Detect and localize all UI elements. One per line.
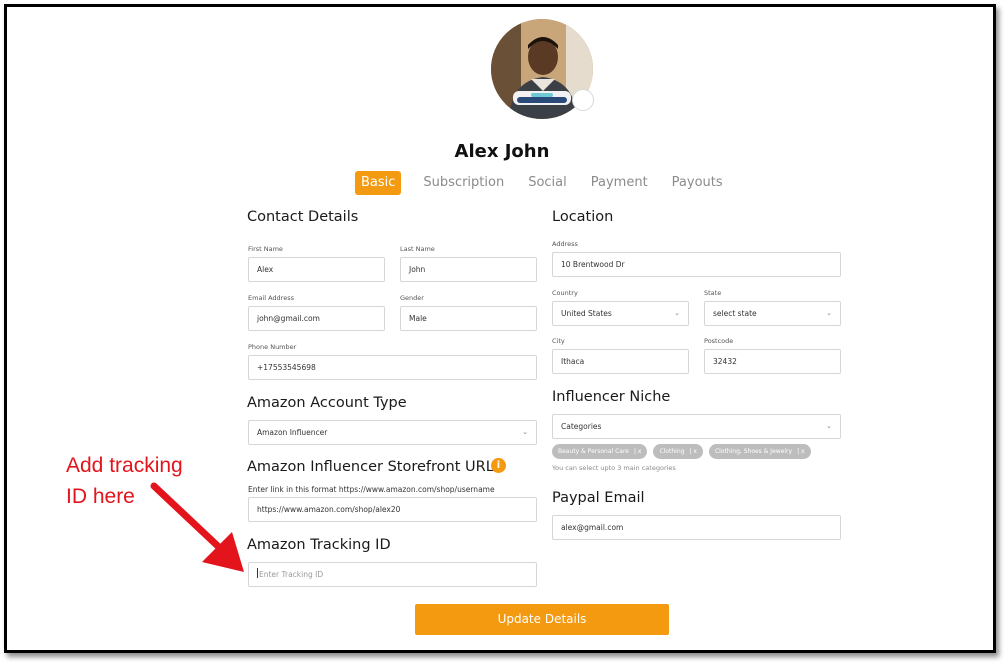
- storefront-url-title: Amazon Influencer Storefront URL: [247, 459, 494, 475]
- text-cursor: [257, 568, 258, 578]
- tracking-id-title: Amazon Tracking ID: [247, 537, 391, 553]
- country-select[interactable]: United States ⌄: [552, 301, 689, 326]
- last-name-input[interactable]: John: [400, 257, 537, 282]
- chip-remove-icon[interactable]: | x: [634, 448, 641, 455]
- paypal-email-title: Paypal Email: [552, 490, 645, 506]
- storefront-url-hint: Enter link in this format https://www.am…: [248, 485, 495, 494]
- paypal-email-input[interactable]: alex@gmail.com: [552, 515, 841, 540]
- first-name-label: First Name: [248, 245, 283, 253]
- niche-chip[interactable]: Clothing | x: [653, 444, 703, 459]
- city-input[interactable]: Ithaca: [552, 349, 689, 374]
- chevron-down-icon: ⌄: [674, 309, 680, 317]
- amazon-account-type-title: Amazon Account Type: [247, 395, 407, 411]
- niche-chip[interactable]: Clothing, Shoes & Jewelry | x: [708, 444, 811, 459]
- niche-chip[interactable]: Beauty & Personal Care | x: [552, 444, 648, 459]
- chip-label: Beauty & Personal Care: [558, 448, 629, 455]
- chevron-down-icon: ⌄: [826, 422, 832, 430]
- chip-remove-icon[interactable]: | x: [689, 448, 696, 455]
- niche-hint: You can select upto 3 main categories: [552, 464, 676, 472]
- first-name-input[interactable]: Alex: [248, 257, 385, 282]
- annotation-line-1: Add tracking: [66, 454, 183, 477]
- chip-label: Clothing, Shoes & Jewelry: [714, 448, 793, 455]
- city-label: City: [552, 337, 565, 345]
- tab-basic[interactable]: Basic: [355, 171, 402, 195]
- tracking-id-input[interactable]: Enter Tracking ID: [248, 562, 537, 587]
- last-name-label: Last Name: [400, 245, 435, 253]
- postcode-label: Postcode: [704, 337, 734, 345]
- phone-label: Phone Number: [248, 343, 297, 351]
- red-arrow-icon: [150, 482, 244, 572]
- amazon-account-type-value: Amazon Influencer: [257, 428, 328, 437]
- address-input[interactable]: 10 Brentwood Dr: [552, 252, 841, 277]
- state-value: select state: [713, 309, 757, 318]
- gender-input[interactable]: Male: [400, 306, 537, 331]
- address-label: Address: [552, 240, 578, 248]
- info-icon[interactable]: i: [491, 458, 506, 473]
- tab-social[interactable]: Social: [528, 171, 567, 195]
- amazon-account-type-select[interactable]: Amazon Influencer ⌄: [248, 420, 537, 445]
- tab-payouts[interactable]: Payouts: [672, 171, 723, 195]
- chevron-down-icon: ⌄: [522, 428, 528, 436]
- update-details-button[interactable]: Update Details: [415, 604, 669, 635]
- state-select[interactable]: select state ⌄: [704, 301, 841, 326]
- tab-subscription[interactable]: Subscription: [423, 171, 504, 195]
- influencer-niche-title: Influencer Niche: [552, 389, 671, 405]
- contact-details-title: Contact Details: [247, 209, 359, 225]
- gender-label: Gender: [400, 294, 424, 302]
- country-label: Country: [552, 289, 578, 297]
- profile-tabs: Basic Subscription Social Payment Payout…: [355, 171, 747, 195]
- niche-chips: Beauty & Personal Care | x Clothing | x Cl…: [552, 444, 817, 459]
- avatar-edit-button[interactable]: [572, 89, 594, 111]
- niche-categories-select[interactable]: Categories ⌄: [552, 414, 841, 439]
- chip-remove-icon[interactable]: | x: [797, 448, 804, 455]
- chip-label: Clothing: [659, 448, 685, 455]
- profile-name: Alex John: [454, 141, 550, 162]
- country-value: United States: [561, 309, 612, 318]
- tracking-id-placeholder: Enter Tracking ID: [259, 570, 324, 579]
- email-input[interactable]: john@gmail.com: [248, 306, 385, 331]
- chevron-down-icon: ⌄: [826, 309, 832, 317]
- location-title: Location: [552, 209, 614, 225]
- storefront-url-input[interactable]: https://www.amazon.com/shop/alex20: [248, 497, 537, 522]
- postcode-input[interactable]: 32432: [704, 349, 841, 374]
- phone-input[interactable]: +17553545698: [248, 355, 537, 380]
- niche-categories-value: Categories: [561, 422, 602, 431]
- email-label: Email Address: [248, 294, 294, 302]
- tab-payment[interactable]: Payment: [591, 171, 648, 195]
- state-label: State: [704, 289, 722, 297]
